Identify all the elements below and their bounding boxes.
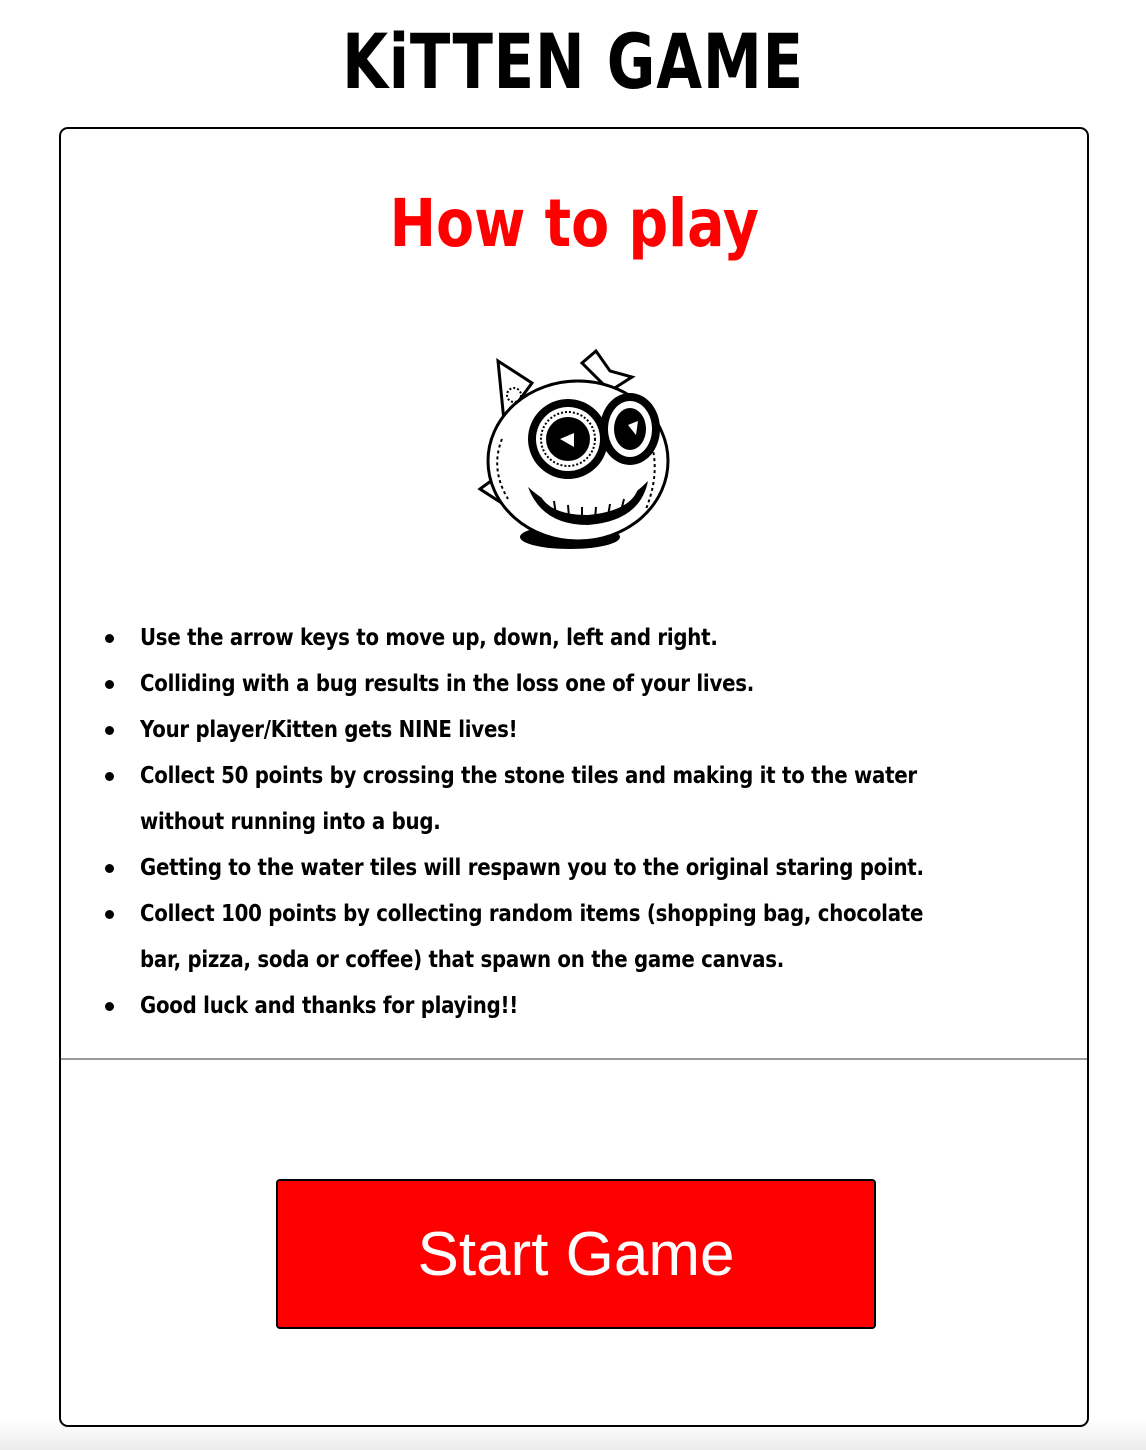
kitten-skull-icon	[477, 349, 670, 549]
how-to-play-heading: How to play	[389, 185, 760, 262]
rule-item: Your player/Kitten gets NINE lives!	[61, 707, 1091, 753]
bullet-icon	[105, 772, 114, 781]
rule-item: Good luck and thanks for playing!!	[61, 983, 1091, 1029]
bullet-icon	[105, 864, 114, 873]
game-title: KiTTEN GAME	[342, 17, 804, 106]
start-game-button[interactable]: Start Game	[276, 1179, 876, 1329]
bullet-icon	[105, 634, 114, 643]
rule-item-continued: bar, pizza, soda or coffee) that spawn o…	[140, 947, 785, 973]
rule-item: Use the arrow keys to move up, down, lef…	[61, 615, 1091, 661]
rule-item: Getting to the water tiles will respawn …	[61, 845, 1091, 891]
rules-list: Use the arrow keys to move up, down, lef…	[61, 615, 1091, 1029]
rule-item-continued: without running into a bug.	[140, 809, 441, 835]
rule-item: Colliding with a bug results in the loss…	[61, 661, 1091, 707]
instructions-card: How to play Use the arrow keys to move u…	[59, 127, 1089, 1427]
bullet-icon	[105, 680, 114, 689]
bullet-icon	[105, 910, 114, 919]
rule-item: Collect 50 points by crossing the stone …	[61, 753, 1091, 799]
bullet-icon	[105, 1002, 114, 1011]
rule-item: Collect 100 points by collecting random …	[61, 891, 1091, 937]
card-divider	[61, 1058, 1087, 1060]
bullet-icon	[105, 726, 114, 735]
